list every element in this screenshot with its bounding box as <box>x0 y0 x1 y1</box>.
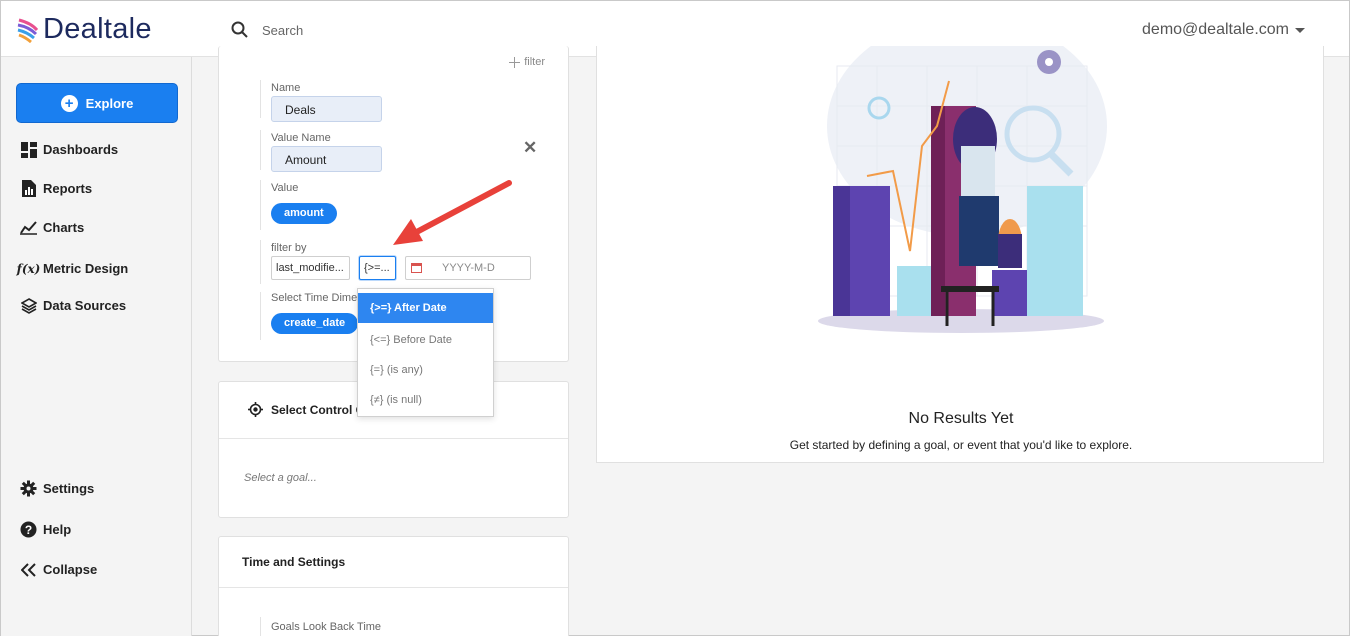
dropdown-option[interactable]: {≠} (is null) <box>358 385 493 415</box>
dashboard-icon <box>20 141 37 158</box>
sidebar-item-settings[interactable]: Settings <box>20 480 94 497</box>
goal-select[interactable]: Select a goal... <box>244 472 317 484</box>
sidebar-item-data-sources[interactable]: Data Sources <box>20 297 126 314</box>
help-icon: ? <box>20 521 37 538</box>
dropdown-option[interactable]: {=} (is any) <box>358 355 493 385</box>
user-menu[interactable]: demo@dealtale.com <box>1142 21 1305 39</box>
sidebar-item-collapse[interactable]: Collapse <box>20 561 97 578</box>
sidebar-item-label: Data Sources <box>43 298 127 313</box>
sidebar-item-label: Charts <box>43 220 85 235</box>
chevron-down-icon <box>1295 27 1305 33</box>
sidebar-item-label: Metric Design <box>43 261 129 276</box>
no-results-subtitle: Get started by defining a goal, or event… <box>789 438 1133 452</box>
name-field[interactable]: Deals <box>271 96 382 122</box>
function-icon: f(x) <box>16 261 41 276</box>
date-placeholder: YYYY-M-D <box>442 262 495 274</box>
time-settings-title: Time and Settings <box>242 555 346 569</box>
sidebar-item-reports[interactable]: Reports <box>20 180 92 197</box>
operator-dropdown: {>=} After Date {<=} Before Date {=} (is… <box>357 288 494 417</box>
collapse-icon <box>20 561 37 578</box>
search-input[interactable]: Search <box>262 23 303 38</box>
explore-button[interactable]: + Explore <box>16 83 178 123</box>
report-icon <box>20 180 37 197</box>
plus-icon <box>509 56 521 68</box>
sidebar-item-help[interactable]: ? Help <box>20 521 71 538</box>
name-label: Name <box>271 82 301 94</box>
value-name-label: Value Name <box>271 132 331 144</box>
sidebar-item-metric-design[interactable]: f(x) Metric Design <box>16 260 129 277</box>
date-input[interactable]: YYYY-M-D <box>405 256 531 280</box>
sidebar-item-label: Dashboards <box>43 142 119 157</box>
logo[interactable]: Dealtale <box>17 13 152 46</box>
no-results-title: No Results Yet <box>908 410 1014 427</box>
value-pill[interactable]: amount <box>271 203 337 224</box>
dropdown-option[interactable]: {>=} After Date <box>358 293 493 323</box>
sidebar-item-dashboards[interactable]: Dashboards <box>20 141 118 158</box>
dropdown-option[interactable]: {<=} Before Date <box>358 325 493 355</box>
time-dimension-label: Select Time Dimer <box>271 292 361 304</box>
divider <box>219 438 568 439</box>
time-settings-header[interactable]: Time and Settings <box>242 555 345 569</box>
svg-text:?: ? <box>25 523 32 537</box>
tree-line <box>260 240 261 284</box>
sidebar-item-label: Collapse <box>43 562 98 577</box>
calendar-icon <box>411 263 422 273</box>
logo-icon <box>17 18 39 43</box>
value-name-field[interactable]: Amount <box>271 146 382 172</box>
empty-state-illustration <box>818 46 1107 333</box>
time-settings-card: Time and Settings Goals Look Back Time <box>218 536 569 636</box>
filter-operator-select[interactable]: {>=... <box>359 256 396 280</box>
control-group-title: Select Control G <box>271 402 366 417</box>
logo-text: Dealtale <box>43 13 152 45</box>
filter-field-select[interactable]: last_modifie... <box>271 256 350 280</box>
sidebar-item-label: Reports <box>43 181 93 196</box>
search-icon[interactable] <box>231 21 248 38</box>
plus-icon: + <box>60 94 78 112</box>
user-email: demo@dealtale.com <box>1142 21 1289 38</box>
gear-icon <box>20 480 37 497</box>
tree-line <box>260 292 261 340</box>
value-label: Value <box>271 182 299 194</box>
time-dimension-pill[interactable]: create_date <box>271 313 359 334</box>
divider <box>219 587 568 588</box>
sidebar-item-label: Settings <box>43 481 95 496</box>
sidebar: + Explore Dashboards Reports Charts f(x)… <box>1 57 192 636</box>
tree-line <box>260 617 261 636</box>
tree-line <box>260 130 261 170</box>
explore-label: Explore <box>85 95 134 111</box>
chart-icon <box>20 219 37 236</box>
target-icon <box>248 402 263 417</box>
add-filter-link[interactable]: filter <box>509 56 545 68</box>
close-icon[interactable]: ✕ <box>523 138 537 158</box>
tree-line <box>260 180 261 230</box>
filter-link-label: filter <box>524 56 545 68</box>
results-panel: No Results Yet Get started by defining a… <box>596 46 1324 463</box>
layers-icon <box>20 297 37 314</box>
sidebar-item-label: Help <box>43 522 72 537</box>
filter-by-label: filter by <box>271 242 307 254</box>
annotation-arrow <box>393 180 512 245</box>
look-back-label: Goals Look Back Time <box>271 621 382 633</box>
sidebar-item-charts[interactable]: Charts <box>20 219 84 236</box>
control-group-header[interactable]: Select Control G <box>248 402 365 417</box>
tree-line <box>260 80 261 118</box>
